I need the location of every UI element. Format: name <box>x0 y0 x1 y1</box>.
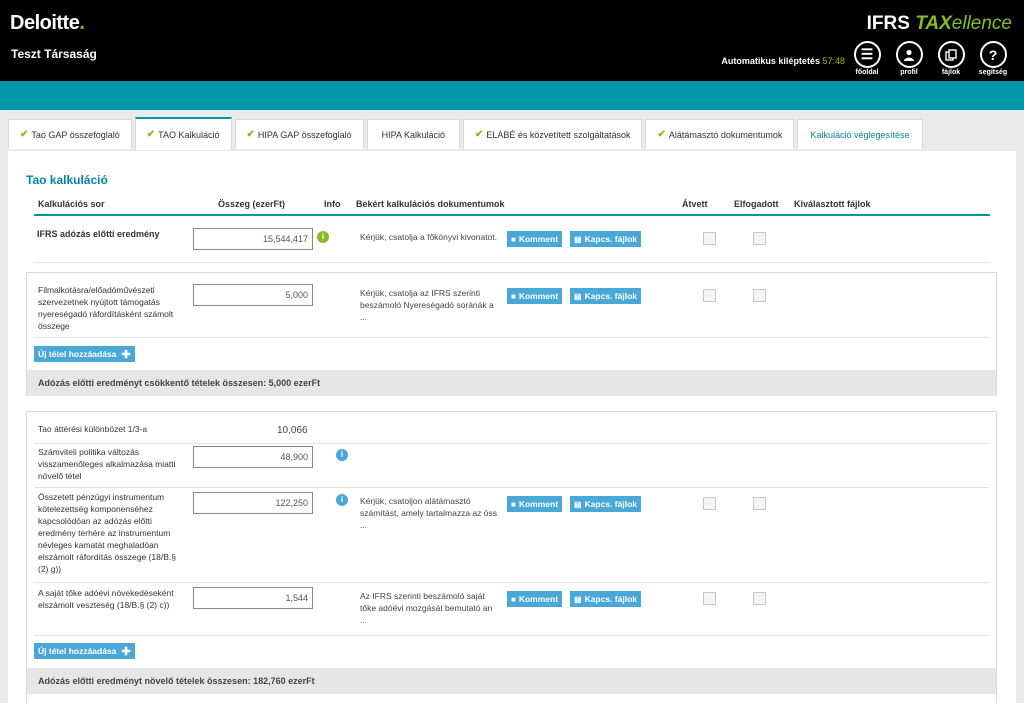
info-icon[interactable]: i <box>336 449 348 461</box>
check-icon: ✔ <box>20 129 29 140</box>
row-divider <box>34 487 989 488</box>
info-icon[interactable]: i <box>336 494 348 506</box>
nav-home[interactable]: ☰ főoldal <box>846 41 888 76</box>
user-icon <box>895 41 923 68</box>
tab-bar: ✔ Tao GAP összefoglaló ✔ TAO Kalkuláció ✔ H… <box>8 117 926 150</box>
tab-tao-calculation[interactable]: ✔ TAO Kalkuláció <box>134 117 232 150</box>
comment-icon: ■ <box>511 234 516 244</box>
ifrs-doc-text: Kérjük, csatolja a főkönyvi kivonatot. <box>360 232 498 242</box>
header-nav: ☰ főoldal profil fájlok ? segítség <box>846 41 1014 76</box>
file-icon: ▤ <box>574 234 582 244</box>
attached-files-button[interactable]: ▤ Kapcs. fájlok <box>570 231 641 247</box>
tab-elabe[interactable]: ✔ ELÁBÉ és közvetített szolgáltatások <box>463 119 643 149</box>
transition-diff-value: 10,066 <box>277 425 308 436</box>
policy-change-label: Számviteli politika változás visszamenől… <box>38 447 176 481</box>
col-info: Info <box>324 199 341 209</box>
row-divider <box>34 635 989 636</box>
decreasing-total: Adózás előtti eredményt csökkentő tétele… <box>27 370 996 396</box>
comment-button[interactable]: ■ Komment <box>507 288 563 304</box>
info-icon[interactable]: i <box>317 231 329 243</box>
taken-checkbox[interactable] <box>703 592 716 605</box>
comment-button[interactable]: ■ Komment <box>507 231 563 247</box>
nav-profile[interactable]: profil <box>888 41 930 76</box>
taken-checkbox[interactable] <box>703 232 716 245</box>
page-title: Tao kalkuláció <box>26 173 108 187</box>
company-name: Teszt Társaság <box>11 47 97 61</box>
increasing-items-section: Tao áttérési különbözet 1/3-a 10,066 Szá… <box>26 411 997 703</box>
file-icon: ▤ <box>574 499 582 509</box>
teal-subheader <box>0 81 1024 110</box>
comment-button[interactable]: ■ Komment <box>507 591 563 607</box>
ifrs-amount-field[interactable]: 15,544,417 <box>193 228 313 250</box>
accepted-checkbox[interactable] <box>753 232 766 245</box>
check-icon: ✔ <box>475 129 484 140</box>
increasing-total: Adózás előtti eredményt növelő tételek ö… <box>27 668 996 694</box>
tab-supporting-docs[interactable]: ✔ Alátámasztó dokumentumok <box>645 119 795 149</box>
tab-hipa-calculation[interactable]: HIPA Kalkuláció <box>366 119 461 149</box>
main-panel: Tao kalkuláció Kalkulációs sor Összeg (e… <box>8 151 1016 703</box>
transition-diff-label: Tao áttérési különbözet 1/3-a <box>38 424 148 434</box>
attached-files-button[interactable]: ▤ Kapcs. fájlok <box>570 288 641 304</box>
add-item-button[interactable]: Új tétel hozzáadása ✚ <box>34 346 135 362</box>
table-header: Kalkulációs sor Összeg (ezerFt) Info Bek… <box>34 193 990 216</box>
check-icon: ✔ <box>657 129 666 140</box>
product-logo: IFRS TAXellence <box>866 13 1012 34</box>
col-accepted: Elfogadott <box>734 199 779 209</box>
equity-loss-amount-field[interactable]: 1,544 <box>193 587 313 609</box>
check-icon: ✔ <box>246 129 255 140</box>
file-icon: ▤ <box>574 594 582 604</box>
check-icon: ✔ <box>146 129 156 140</box>
col-taken: Átvett <box>682 199 708 209</box>
menu-icon: ☰ <box>853 41 881 68</box>
accepted-checkbox[interactable] <box>753 497 766 510</box>
nav-files[interactable]: fájlok <box>930 41 972 76</box>
attached-files-button[interactable]: ▤ Kapcs. fájlok <box>570 496 641 512</box>
top-header: Deloitte. Teszt Társaság IFRS TAXellence… <box>0 0 1024 81</box>
policy-change-amount-field[interactable]: 48,900 <box>193 446 313 468</box>
col-files: Kiválasztott fájlok <box>794 199 871 209</box>
auto-logout-timer: Automatikus kiléptetés 57:48 <box>721 56 845 66</box>
compound-instrument-amount-field[interactable]: 122,250 <box>193 492 313 514</box>
add-item-button[interactable]: Új tétel hozzáadása ✚ <box>34 643 135 659</box>
row-divider <box>34 443 989 444</box>
taken-checkbox[interactable] <box>703 289 716 302</box>
comment-icon: ■ <box>511 499 516 509</box>
help-icon: ? <box>979 41 1007 68</box>
film-support-label: Filmalkotásra/előadóművészeti szervezetn… <box>38 285 174 331</box>
film-support-doc-text: Kérjük, csatolja az IFRS szerinti beszám… <box>360 288 494 322</box>
file-icon: ▤ <box>574 291 582 301</box>
row-divider <box>34 582 989 583</box>
equity-loss-label: A saját tőke adóévi növekedéseként elszá… <box>38 588 174 610</box>
plus-icon: ✚ <box>121 348 131 361</box>
comment-icon: ■ <box>511 291 516 301</box>
comment-button[interactable]: ■ Komment <box>507 496 563 512</box>
row-divider <box>34 337 989 338</box>
equity-loss-doc-text: Az IFRS szerinti beszámoló saját tőke ad… <box>360 591 493 625</box>
nav-help[interactable]: ? segítség <box>972 41 1014 76</box>
col-row: Kalkulációs sor <box>38 199 105 209</box>
deloitte-logo: Deloitte. <box>10 12 85 34</box>
film-support-amount-field[interactable]: 5,000 <box>193 284 313 306</box>
files-icon <box>937 41 965 68</box>
attached-files-button[interactable]: ▤ Kapcs. fájlok <box>570 591 641 607</box>
comment-icon: ■ <box>511 594 516 604</box>
compound-instrument-label: Összetett pénzügyi instrumentum köteleze… <box>38 492 176 574</box>
accepted-checkbox[interactable] <box>753 289 766 302</box>
tab-hipa-gap[interactable]: ✔ HIPA GAP összefoglaló <box>234 119 364 149</box>
decreasing-items-section: Filmalkotásra/előadóművészeti szervezetn… <box>26 272 997 396</box>
tab-tao-gap[interactable]: ✔ Tao GAP összefoglaló <box>8 119 132 149</box>
col-docs: Bekért kalkulációs dokumentumok <box>356 199 505 209</box>
plus-icon: ✚ <box>121 645 131 658</box>
row-divider <box>34 262 990 263</box>
tab-finalize[interactable]: Kalkuláció véglegesítése <box>797 119 923 149</box>
taken-checkbox[interactable] <box>703 497 716 510</box>
compound-instrument-doc-text: Kérjük, csatoljon alátámasztó számítást,… <box>360 496 497 530</box>
col-amount: Összeg (ezerFt) <box>218 199 286 209</box>
ifrs-row-label: IFRS adózás előtti eredmény <box>37 229 160 239</box>
accepted-checkbox[interactable] <box>753 592 766 605</box>
